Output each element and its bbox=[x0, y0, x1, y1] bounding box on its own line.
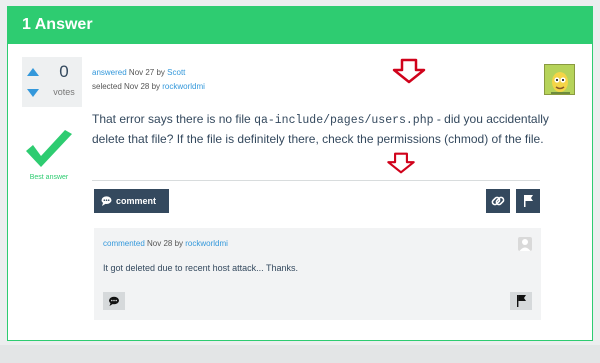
answer-meta: answered Nov 27 by Scott selected Nov 28… bbox=[92, 66, 205, 94]
answered-link[interactable]: answered bbox=[92, 68, 127, 77]
selected-by-link[interactable]: rockworldmi bbox=[162, 82, 205, 91]
author-link[interactable]: Scott bbox=[167, 68, 185, 77]
answer-content: That error says there is no file qa-incl… bbox=[92, 110, 552, 149]
avatar[interactable] bbox=[544, 64, 575, 95]
commented-link[interactable]: commented bbox=[103, 239, 145, 248]
comment-button[interactable]: comment bbox=[94, 189, 169, 213]
vote-count: 0 bbox=[59, 62, 69, 81]
selected-line: selected Nov 28 by rockworldmi bbox=[92, 80, 205, 94]
commented-date: Nov 28 by bbox=[144, 239, 186, 248]
selected-text: selected Nov 28 by bbox=[92, 82, 163, 91]
user-silhouette-icon bbox=[519, 239, 531, 251]
down-arrow-icon bbox=[387, 152, 415, 174]
chat-bubble-icon bbox=[109, 296, 119, 306]
link-icon bbox=[491, 196, 505, 206]
vote-up-icon[interactable] bbox=[27, 68, 39, 76]
vote-down-icon[interactable] bbox=[27, 89, 39, 97]
answer-panel: 0 votes Best answer answered Nov 27 by S… bbox=[7, 44, 593, 341]
comment-box: commented Nov 28 by rockworldmi It got d… bbox=[94, 228, 541, 320]
divider bbox=[92, 180, 540, 181]
down-arrow-icon bbox=[392, 58, 426, 84]
comment-text: It got deleted due to recent host attack… bbox=[103, 263, 298, 273]
page-footer-strip bbox=[0, 345, 600, 363]
permalink-button[interactable] bbox=[486, 189, 510, 213]
flag-icon bbox=[517, 295, 526, 307]
answers-count-title: 1 Answer bbox=[22, 16, 93, 33]
comment-author-link[interactable]: rockworldmi bbox=[185, 239, 228, 248]
comment-button-label: comment bbox=[116, 196, 157, 206]
best-answer-label: Best answer bbox=[29, 174, 69, 181]
flag-button[interactable] bbox=[516, 189, 540, 213]
vote-label: votes bbox=[53, 87, 75, 97]
answered-date: Nov 27 by bbox=[126, 68, 168, 77]
chat-bubble-icon bbox=[101, 196, 112, 206]
reply-comment-button[interactable] bbox=[103, 292, 125, 310]
answer-text-pre: That error says there is no file bbox=[92, 112, 255, 126]
avatar-image-icon bbox=[545, 65, 574, 94]
comment-avatar[interactable] bbox=[518, 237, 532, 251]
flag-comment-button[interactable] bbox=[510, 292, 532, 310]
checkmark-icon bbox=[26, 130, 72, 167]
flag-icon bbox=[524, 195, 533, 207]
comment-meta: commented Nov 28 by rockworldmi bbox=[103, 239, 228, 248]
answer-file-path: qa-include/pages/users.php bbox=[254, 114, 434, 127]
answered-line: answered Nov 27 by Scott bbox=[92, 66, 205, 80]
answers-header: 1 Answer bbox=[7, 6, 593, 44]
vote-box: 0 votes bbox=[22, 57, 82, 107]
